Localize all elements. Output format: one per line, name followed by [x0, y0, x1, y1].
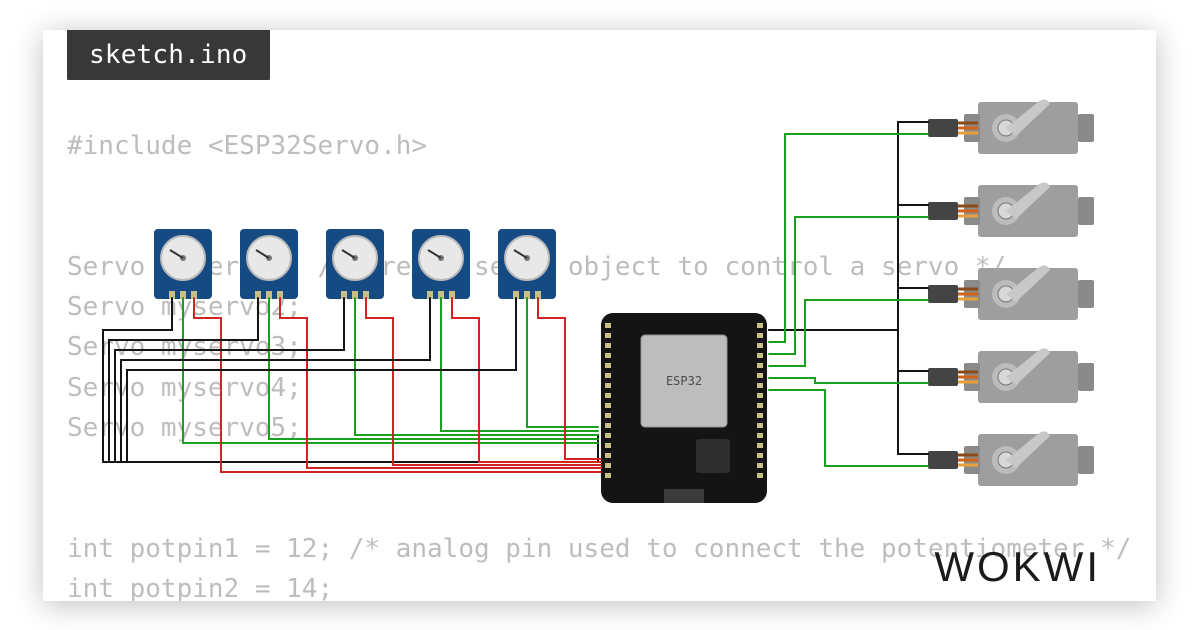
wokwi-brand: WOKWI	[934, 543, 1101, 591]
servo-3[interactable]	[928, 265, 1094, 320]
servo-wires	[769, 122, 928, 466]
esp32-board[interactable]: ESP32	[601, 313, 767, 503]
servo-2[interactable]	[928, 182, 1094, 237]
servo-4[interactable]	[928, 348, 1094, 403]
potentiometer-4[interactable]	[412, 229, 470, 299]
circuit-diagram-svg: ESP32	[43, 30, 1156, 601]
potentiometers-row	[154, 229, 556, 299]
potentiometer-2[interactable]	[240, 229, 298, 299]
servo-5[interactable]	[928, 431, 1094, 486]
stage: sketch.ino #include <ESP32Servo.h> Servo…	[0, 0, 1200, 630]
card-panel: sketch.ino #include <ESP32Servo.h> Servo…	[43, 30, 1156, 601]
potentiometer-1[interactable]	[154, 229, 212, 299]
potentiometer-3[interactable]	[326, 229, 384, 299]
pot-wires	[103, 298, 601, 472]
potentiometer-5[interactable]	[498, 229, 556, 299]
esp32-label: ESP32	[666, 374, 702, 388]
servo-1[interactable]	[928, 99, 1094, 154]
servos-column	[928, 99, 1094, 486]
